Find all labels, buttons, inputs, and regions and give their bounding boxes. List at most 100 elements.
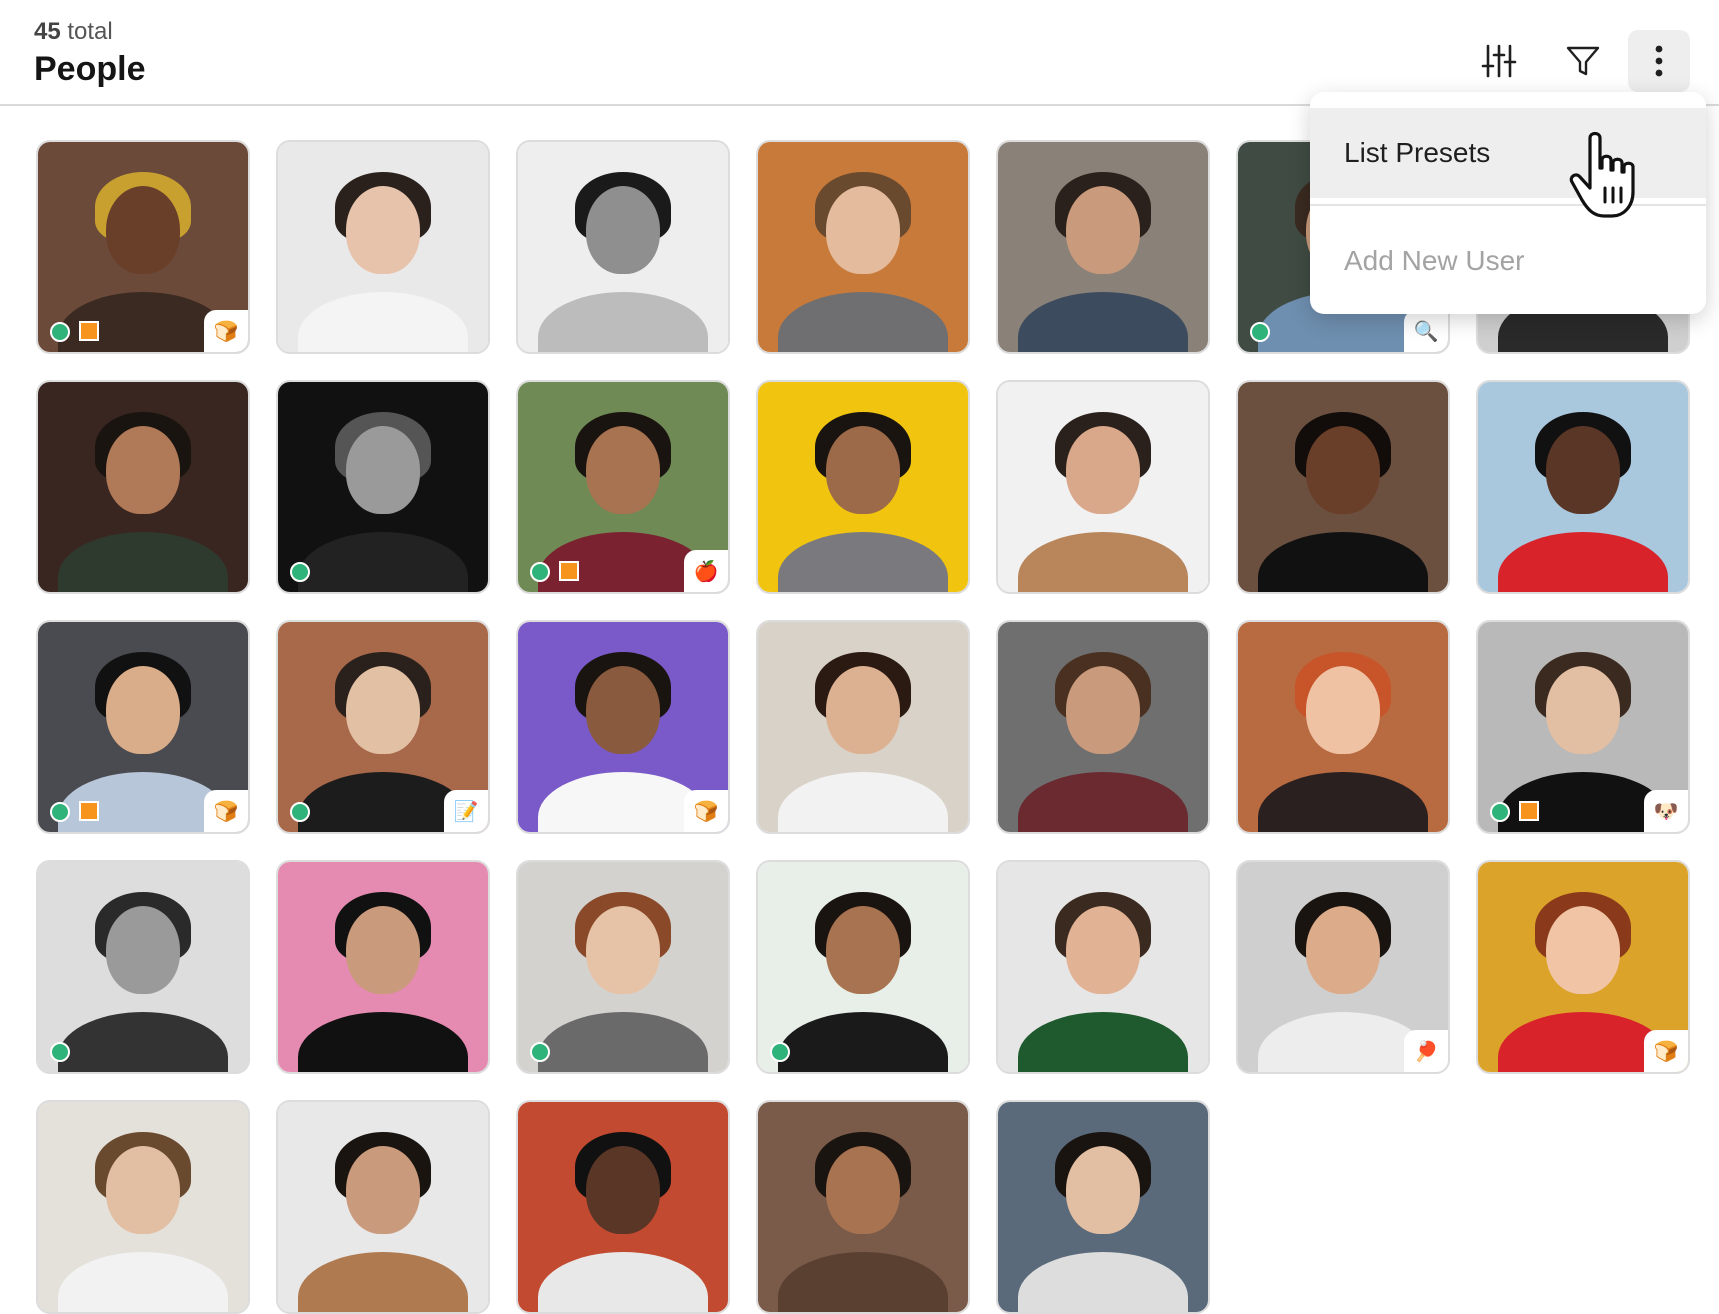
avatar-shoulders (1018, 532, 1188, 592)
avatar-shoulders (778, 1252, 948, 1312)
avatar-shoulders (538, 1012, 708, 1072)
person-card[interactable]: 🍞 (1476, 860, 1690, 1074)
avatar-face (586, 186, 660, 274)
bread-icon: 🍞 (1644, 1030, 1688, 1072)
avatar-face (1066, 906, 1140, 994)
more-options-button[interactable] (1628, 30, 1690, 92)
avatar-shoulders (778, 532, 948, 592)
online-status-dot (530, 562, 550, 582)
person-card[interactable]: 🍎 (516, 380, 730, 594)
flag-badge (79, 801, 99, 821)
online-status-dot (530, 1042, 550, 1062)
avatar-face (826, 666, 900, 754)
avatar-shoulders (1018, 1252, 1188, 1312)
person-card[interactable] (756, 620, 970, 834)
avatar-shoulders (778, 1012, 948, 1072)
people-count: 45 total (34, 18, 113, 46)
avatar-face (346, 426, 420, 514)
options-menu: List Presets Add New User (1310, 92, 1706, 314)
notepad-icon: 📝 (444, 790, 488, 832)
avatar-face (826, 426, 900, 514)
menu-item-list-presets[interactable]: List Presets (1310, 108, 1706, 198)
person-card[interactable] (996, 140, 1210, 354)
filter-icon (1566, 46, 1600, 76)
person-card[interactable] (756, 860, 970, 1074)
hand-pointer-icon (1568, 130, 1642, 229)
person-card[interactable] (1476, 380, 1690, 594)
avatar-face (346, 666, 420, 754)
online-status-dot (1250, 322, 1270, 342)
avatar (38, 1102, 248, 1312)
avatar-shoulders (1018, 772, 1188, 832)
person-card[interactable]: 🏓 (1236, 860, 1450, 1074)
avatar-shoulders (298, 1012, 468, 1072)
person-card[interactable] (516, 140, 730, 354)
avatar-face (346, 186, 420, 274)
person-card[interactable] (36, 1100, 250, 1314)
avatar-shoulders (778, 292, 948, 352)
sliders-icon (1481, 44, 1517, 78)
avatar-face (346, 906, 420, 994)
avatar-shoulders (58, 1012, 228, 1072)
person-card[interactable] (996, 1100, 1210, 1314)
avatar (278, 382, 488, 592)
avatar (758, 382, 968, 592)
online-status-dot (50, 802, 70, 822)
avatar (278, 1102, 488, 1312)
person-card[interactable]: 🍞 (516, 620, 730, 834)
flag-badge (1519, 801, 1539, 821)
avatar-shoulders (1018, 292, 1188, 352)
person-card[interactable] (276, 140, 490, 354)
avatar (998, 142, 1208, 352)
avatar-face (586, 1146, 660, 1234)
avatar-shoulders (1258, 1012, 1428, 1072)
pingpong-icon: 🏓 (1404, 1030, 1448, 1072)
adjust-button[interactable] (1468, 30, 1530, 92)
person-card[interactable] (1236, 620, 1450, 834)
filter-button[interactable] (1552, 30, 1614, 92)
avatar-face (586, 666, 660, 754)
avatar (998, 382, 1208, 592)
avatar (998, 862, 1208, 1072)
person-card[interactable] (276, 380, 490, 594)
avatar (758, 862, 968, 1072)
online-status-dot (290, 562, 310, 582)
person-card[interactable] (756, 1100, 970, 1314)
page-header: 45 total People (0, 0, 1719, 106)
person-card[interactable]: 🐶 (1476, 620, 1690, 834)
avatar-shoulders (778, 772, 948, 832)
person-card[interactable]: 🍞 (36, 140, 250, 354)
person-card[interactable] (1236, 380, 1450, 594)
person-card[interactable] (996, 380, 1210, 594)
avatar-face (826, 906, 900, 994)
person-card[interactable] (756, 140, 970, 354)
menu-item-add-new-user: Add New User (1344, 245, 1525, 276)
person-card[interactable] (516, 860, 730, 1074)
apple-icon: 🍎 (684, 550, 728, 592)
person-card[interactable] (996, 620, 1210, 834)
avatar-shoulders (298, 532, 468, 592)
avatar-shoulders (1498, 1012, 1668, 1072)
more-vertical-icon (1655, 45, 1663, 77)
person-card[interactable] (36, 860, 250, 1074)
avatar-face (106, 666, 180, 754)
person-card[interactable]: 🍞 (36, 620, 250, 834)
avatar (518, 142, 728, 352)
avatar-face (106, 1146, 180, 1234)
avatar (278, 862, 488, 1072)
person-card[interactable] (276, 860, 490, 1074)
person-card[interactable] (996, 860, 1210, 1074)
avatar-face (346, 1146, 420, 1234)
avatar-shoulders (298, 1252, 468, 1312)
dog-icon: 🐶 (1644, 790, 1688, 832)
avatar-shoulders (298, 292, 468, 352)
avatar (518, 1102, 728, 1312)
avatar-face (1306, 906, 1380, 994)
person-card[interactable] (516, 1100, 730, 1314)
person-card[interactable] (276, 1100, 490, 1314)
avatar (38, 862, 248, 1072)
person-card[interactable]: 📝 (276, 620, 490, 834)
avatar (38, 382, 248, 592)
person-card[interactable] (36, 380, 250, 594)
person-card[interactable] (756, 380, 970, 594)
